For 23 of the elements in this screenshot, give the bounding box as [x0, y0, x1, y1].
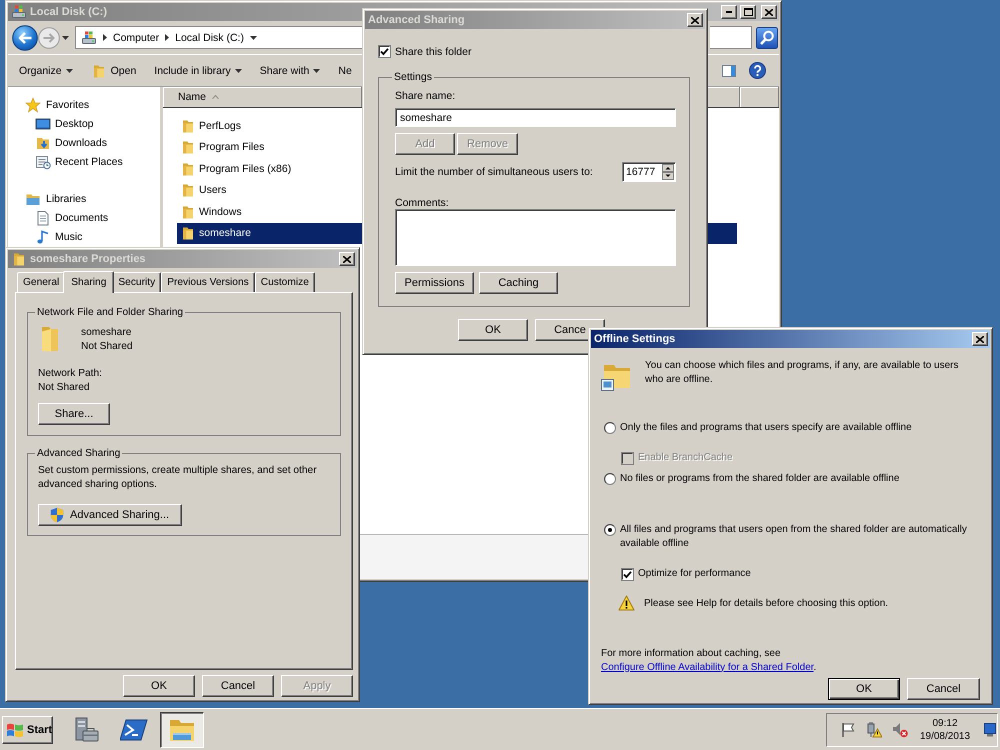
checkbox-label: Optimize for performance [638, 567, 751, 581]
intro-text: You can choose which files and programs, if any, are available to users who are offline. [645, 359, 960, 387]
group-title: Advanced Sharing [36, 448, 122, 459]
warning-text: Please see Help for details before choosing this option. [644, 598, 888, 608]
share-status: Not Shared [81, 340, 133, 354]
radio-label: All files and programs that users open from the shared folder are automatically available offline [620, 523, 968, 551]
field-label: Limit the number of simultaneous users to: [395, 166, 593, 178]
window-title: someshare Properties [30, 253, 147, 265]
window-title: Local Disk (C:) [30, 6, 108, 18]
group-title: Network File and Folder Sharing [36, 307, 184, 318]
description-text: Set custom permissions, create multiple shares, and set other advanced sharing options. [38, 464, 318, 492]
window-title: Advanced Sharing [368, 14, 466, 26]
network-path: Not Shared [38, 381, 90, 395]
group-title: Settings [393, 71, 433, 83]
checkbox-label: Enable BranchCache [638, 451, 733, 465]
field-label: Share name: [395, 89, 456, 103]
radio-label: No files or programs from the shared folder are available offline [620, 472, 900, 486]
network-path-label: Network Path: [38, 367, 102, 381]
field-label: Comments: [395, 197, 449, 209]
help-text: For more information about caching, see Configure Offline Availability for a Shared Folder. [600, 647, 818, 674]
radio-label: Only the files and programs that users specify are available offline [620, 421, 912, 435]
checkbox-label: Share this folder [395, 46, 472, 58]
folder-name: someshare [81, 326, 132, 340]
